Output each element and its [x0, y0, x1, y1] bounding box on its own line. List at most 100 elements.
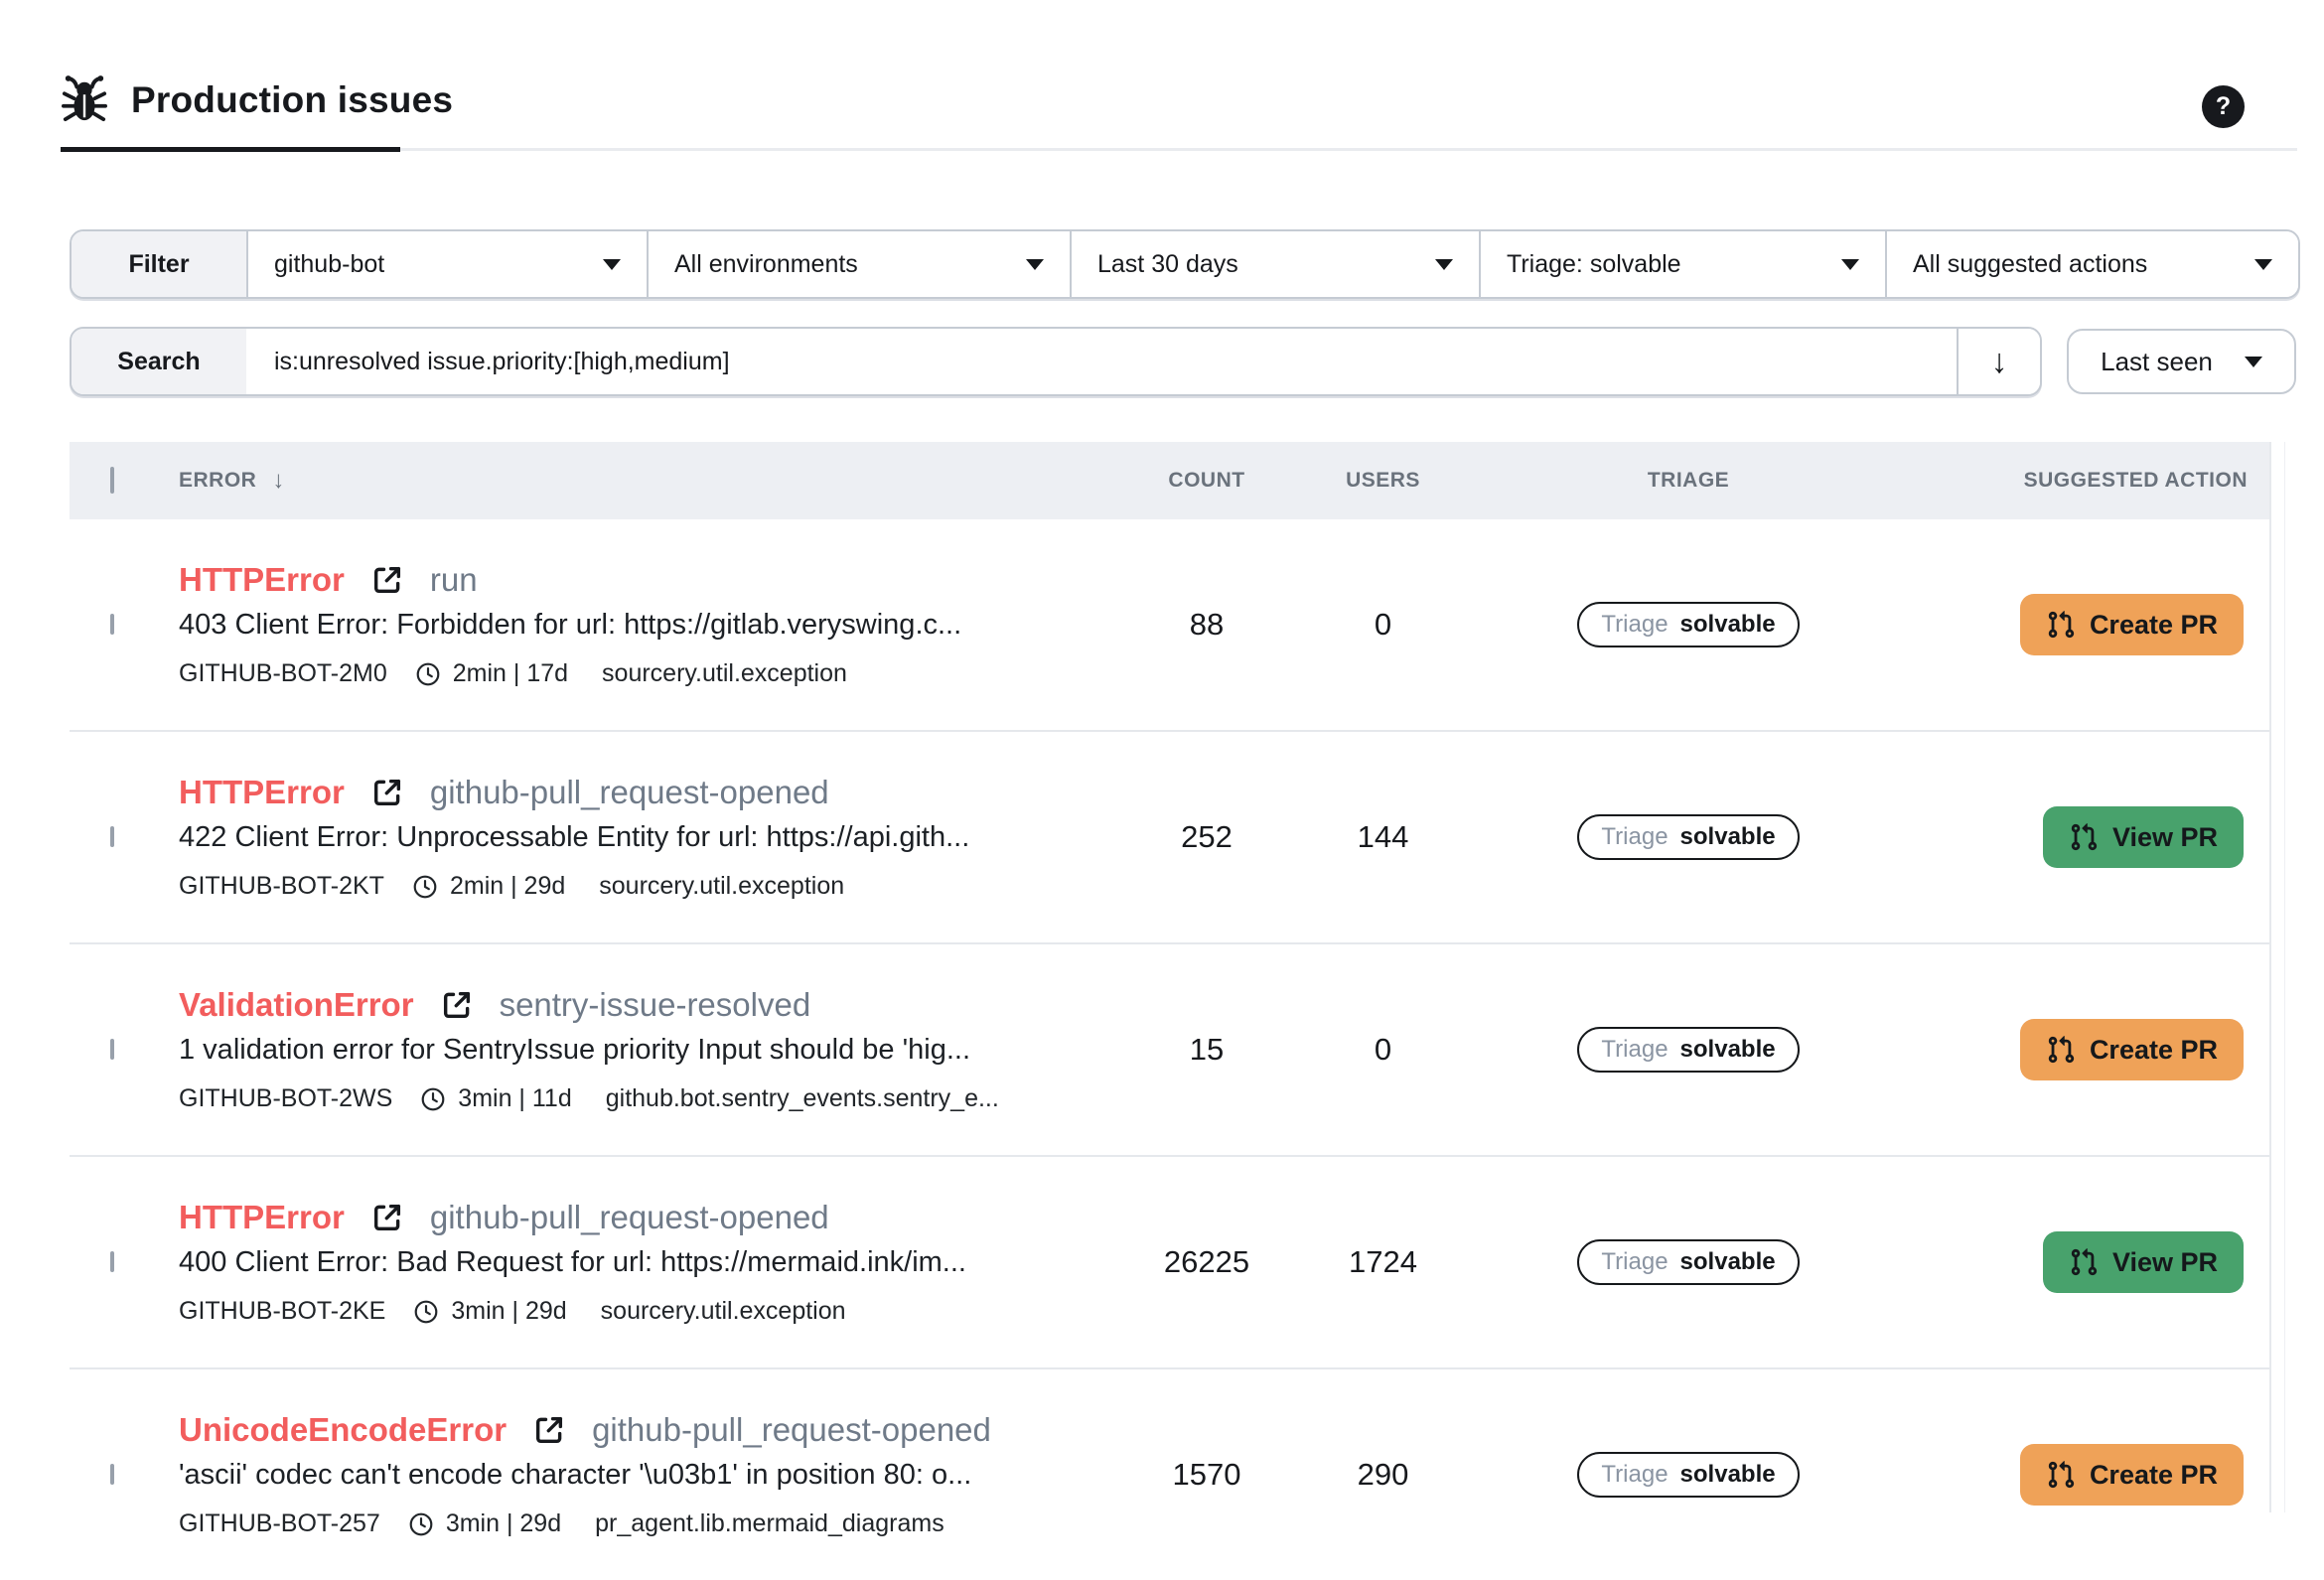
issue-id: GITHUB-BOT-257 — [179, 1509, 380, 1538]
title-row: Production issues — [70, 70, 2324, 131]
column-header-triage[interactable]: TRIAGE — [1475, 469, 1902, 493]
triage-cell: Triage solvable — [1577, 1239, 1799, 1285]
count-value: 252 — [1122, 819, 1291, 855]
error-type-link[interactable]: ValidationError — [179, 986, 414, 1024]
column-header-suggested-action[interactable]: SUGGESTED ACTION — [2024, 469, 2269, 493]
pr-action-button[interactable]: Create PR — [2020, 1444, 2244, 1506]
action-cell: Create PR — [2020, 594, 2269, 655]
external-link-icon[interactable] — [440, 988, 474, 1022]
date-range-dropdown-value: Last 30 days — [1097, 250, 1238, 279]
action-cell: Create PR — [2020, 1019, 2269, 1080]
error-title-line: ValidationError sentry-issue-resolved — [179, 986, 1102, 1024]
sort-dropdown[interactable]: Last seen — [2067, 329, 2296, 394]
triage-badge-value: solvable — [1680, 611, 1776, 639]
triage-badge-label: Triage — [1601, 611, 1668, 639]
external-link-icon[interactable] — [532, 1413, 566, 1447]
triage-badge[interactable]: Triage solvable — [1577, 1027, 1799, 1073]
row-checkbox[interactable] — [110, 1464, 114, 1485]
count-value: 88 — [1122, 607, 1291, 643]
error-message: 403 Client Error: Forbidden for url: htt… — [179, 609, 1102, 642]
external-link-icon[interactable] — [370, 563, 404, 597]
environment-dropdown[interactable]: All environments — [647, 231, 1070, 297]
error-message: 1 validation error for SentryIssue prior… — [179, 1034, 1102, 1067]
date-range-dropdown[interactable]: Last 30 days — [1070, 231, 1479, 297]
column-header-users[interactable]: USERS — [1291, 469, 1475, 493]
action-cell: View PR — [2043, 1231, 2269, 1293]
error-type-link[interactable]: HTTPError — [179, 774, 345, 811]
pr-action-button[interactable]: View PR — [2043, 806, 2244, 868]
issue-row[interactable]: HTTPError github-pull_request-opened 422… — [70, 730, 2269, 942]
triage-badge-label: Triage — [1601, 1248, 1668, 1276]
row-checkbox[interactable] — [110, 1039, 114, 1060]
issue-row[interactable]: ValidationError sentry-issue-resolved 1 … — [70, 942, 2269, 1155]
triage-dropdown-value: Triage: solvable — [1507, 250, 1681, 279]
pr-action-button[interactable]: Create PR — [2020, 594, 2244, 655]
pr-action-button[interactable]: View PR — [2043, 1231, 2244, 1293]
sort-desc-icon: ↓ — [272, 467, 285, 495]
issue-row[interactable]: HTTPError run 403 Client Error: Forbidde… — [70, 519, 2269, 730]
error-meta-line: GITHUB-BOT-2M0 2min | 17d sourcery.util.… — [179, 659, 1102, 688]
transaction-label: sentry-issue-resolved — [500, 986, 811, 1024]
issue-row[interactable]: UnicodeEncodeError github-pull_request-o… — [70, 1367, 2269, 1580]
search-submit-button[interactable]: ↓ — [1957, 329, 2040, 394]
transaction-label: github-pull_request-opened — [430, 1199, 829, 1236]
error-cell: ValidationError sentry-issue-resolved 1 … — [179, 986, 1122, 1113]
issue-id: GITHUB-BOT-2M0 — [179, 659, 387, 688]
search-bar: Search ↓ — [70, 327, 2042, 396]
filter-bar: Filter github-bot All environments Last … — [70, 229, 2300, 299]
clock-icon — [415, 661, 441, 687]
error-title-line: HTTPError github-pull_request-opened — [179, 774, 1102, 811]
scrollbar-gutter[interactable] — [2269, 442, 2285, 1512]
pr-action-button[interactable]: Create PR — [2020, 1019, 2244, 1080]
pr-action-button-label: Create PR — [2090, 1035, 2218, 1066]
triage-badge[interactable]: Triage solvable — [1577, 602, 1799, 647]
row-checkbox[interactable] — [110, 1251, 114, 1272]
select-all-checkbox[interactable] — [110, 467, 114, 494]
top-bar: Production issues ? — [0, 0, 2324, 152]
error-type-link[interactable]: HTTPError — [179, 1199, 345, 1236]
pull-request-icon — [2069, 822, 2099, 852]
row-checkbox[interactable] — [110, 826, 114, 847]
issue-age: 2min | 17d — [453, 659, 568, 688]
column-header-error[interactable]: ERROR ↓ — [179, 467, 1122, 495]
triage-dropdown[interactable]: Triage: solvable — [1479, 231, 1885, 297]
triage-badge[interactable]: Triage solvable — [1577, 814, 1799, 860]
action-cell: View PR — [2043, 806, 2269, 868]
title-underline — [70, 147, 2297, 152]
chevron-down-icon — [1435, 259, 1453, 270]
triage-badge-value: solvable — [1680, 823, 1776, 851]
triage-cell: Triage solvable — [1577, 1452, 1799, 1498]
error-type-link[interactable]: HTTPError — [179, 561, 345, 599]
count-value: 1570 — [1122, 1457, 1291, 1493]
issue-culprit: sourcery.util.exception — [599, 872, 844, 901]
issue-row[interactable]: HTTPError github-pull_request-opened 400… — [70, 1155, 2269, 1367]
triage-badge[interactable]: Triage solvable — [1577, 1452, 1799, 1498]
error-meta-line: GITHUB-BOT-2KE 3min | 29d sourcery.util.… — [179, 1297, 1102, 1326]
triage-badge-value: solvable — [1680, 1036, 1776, 1064]
error-meta-line: GITHUB-BOT-2WS 3min | 11d github.bot.sen… — [179, 1084, 1102, 1113]
filter-label: Filter — [72, 231, 246, 297]
triage-badge[interactable]: Triage solvable — [1577, 1239, 1799, 1285]
clock-icon — [420, 1086, 446, 1112]
issue-age: 3min | 29d — [446, 1509, 561, 1538]
transaction-label: github-pull_request-opened — [592, 1411, 991, 1449]
issue-culprit: sourcery.util.exception — [602, 659, 847, 688]
issue-id: GITHUB-BOT-2KE — [179, 1297, 385, 1326]
row-checkbox-cell — [70, 1253, 179, 1271]
bug-icon — [62, 75, 107, 125]
issue-age: 2min | 29d — [450, 872, 565, 901]
help-icon[interactable]: ? — [2202, 85, 2245, 128]
controls: Filter github-bot All environments Last … — [70, 229, 2324, 396]
error-message: 400 Client Error: Bad Request for url: h… — [179, 1246, 1102, 1279]
triage-cell: Triage solvable — [1577, 1027, 1799, 1073]
suggested-actions-dropdown[interactable]: All suggested actions — [1885, 231, 2298, 297]
external-link-icon[interactable] — [370, 1201, 404, 1234]
error-type-link[interactable]: UnicodeEncodeError — [179, 1411, 507, 1449]
external-link-icon[interactable] — [370, 776, 404, 809]
triage-cell: Triage solvable — [1577, 602, 1799, 647]
issue-culprit: github.bot.sentry_events.sentry_e... — [606, 1084, 999, 1113]
column-header-count[interactable]: COUNT — [1122, 469, 1291, 493]
search-input[interactable] — [246, 329, 1957, 394]
row-checkbox[interactable] — [110, 614, 114, 635]
project-dropdown[interactable]: github-bot — [246, 231, 647, 297]
